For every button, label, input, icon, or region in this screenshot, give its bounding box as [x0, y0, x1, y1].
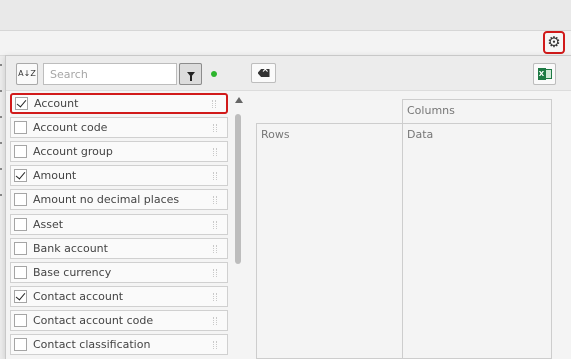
data-zone-label: Data [407, 128, 434, 141]
field-item[interactable]: Account [10, 93, 228, 114]
field-list-scrollbar[interactable] [232, 90, 244, 359]
sort-button[interactable]: A↓Z [16, 63, 38, 85]
left-edge [0, 60, 3, 358]
field-checkbox[interactable] [14, 242, 27, 255]
rows-drop-zone[interactable]: Rows [256, 123, 403, 359]
field-label: Base currency [33, 266, 112, 279]
scroll-up-arrow-icon[interactable] [235, 97, 243, 103]
field-checkbox[interactable] [14, 145, 27, 158]
pivot-layout-area: Columns Rows Data [244, 90, 571, 359]
field-checkbox[interactable] [14, 193, 27, 206]
field-list: Account Account code Account group Amount Am… [6, 90, 232, 359]
field-label: Contact account [33, 290, 124, 303]
drag-handle-icon[interactable] [213, 268, 217, 277]
field-label: Amount [33, 169, 77, 182]
field-item[interactable]: Base currency [10, 262, 228, 283]
field-checkbox[interactable] [14, 266, 27, 279]
drag-handle-icon[interactable] [213, 340, 217, 349]
top-bar [0, 0, 571, 31]
drag-handle-icon[interactable] [213, 244, 217, 253]
drag-handle-icon[interactable] [213, 171, 217, 180]
field-checkbox[interactable] [14, 338, 27, 351]
field-label: Bank account [33, 242, 108, 255]
drag-handle-icon[interactable] [212, 99, 216, 108]
status-indicator [211, 71, 217, 77]
clear-backspace-icon [257, 69, 270, 77]
drag-handle-icon[interactable] [213, 195, 217, 204]
data-drop-zone[interactable]: Data [402, 123, 552, 359]
export-excel-button[interactable]: X [533, 63, 556, 85]
filter-button[interactable] [179, 63, 202, 85]
drag-handle-icon[interactable] [213, 316, 217, 325]
field-item[interactable]: Account group [10, 141, 228, 162]
field-checkbox[interactable] [14, 121, 27, 134]
header-strip [0, 31, 571, 56]
funnel-icon [186, 71, 195, 81]
field-item[interactable]: Contact classification [10, 334, 228, 355]
field-checkbox[interactable] [14, 290, 27, 303]
field-item[interactable]: Amount [10, 165, 228, 186]
field-label: Amount no decimal places [33, 193, 180, 206]
field-label: Account group [33, 145, 113, 158]
settings-button[interactable]: ⚙ [543, 31, 565, 54]
field-label: Account [34, 97, 79, 110]
field-item[interactable]: Contact account code [10, 310, 228, 331]
drag-handle-icon[interactable] [213, 220, 217, 229]
field-checkbox[interactable] [14, 169, 27, 182]
rows-zone-label: Rows [261, 128, 290, 141]
field-label: Account code [33, 121, 108, 134]
field-checkbox[interactable] [15, 97, 28, 110]
field-item[interactable]: Account code [10, 117, 228, 138]
field-toolbar: A↓Z X [6, 56, 571, 91]
scroll-thumb[interactable] [235, 114, 241, 264]
field-checkbox[interactable] [14, 218, 27, 231]
field-item[interactable]: Bank account [10, 238, 228, 259]
field-item[interactable]: Contact account [10, 286, 228, 307]
drag-handle-icon[interactable] [213, 292, 217, 301]
field-item[interactable]: Amount no decimal places [10, 189, 228, 210]
field-label: Contact account code [33, 314, 154, 327]
clear-button[interactable] [251, 63, 276, 83]
sort-az-icon: A↓Z [18, 69, 36, 78]
columns-drop-zone[interactable]: Columns [402, 99, 552, 123]
drag-handle-icon[interactable] [213, 147, 217, 156]
drag-handle-icon[interactable] [213, 123, 217, 132]
gear-icon: ⚙ [547, 33, 561, 51]
field-label: Contact classification [33, 338, 151, 351]
field-item[interactable]: Asset [10, 214, 228, 235]
field-label: Asset [33, 218, 64, 231]
search-input[interactable] [43, 63, 177, 85]
columns-zone-label: Columns [407, 104, 455, 117]
pivot-config-panel: A↓Z X Account Account code Account group Am… [5, 55, 571, 359]
field-checkbox[interactable] [14, 314, 27, 327]
excel-icon: X [537, 68, 552, 80]
